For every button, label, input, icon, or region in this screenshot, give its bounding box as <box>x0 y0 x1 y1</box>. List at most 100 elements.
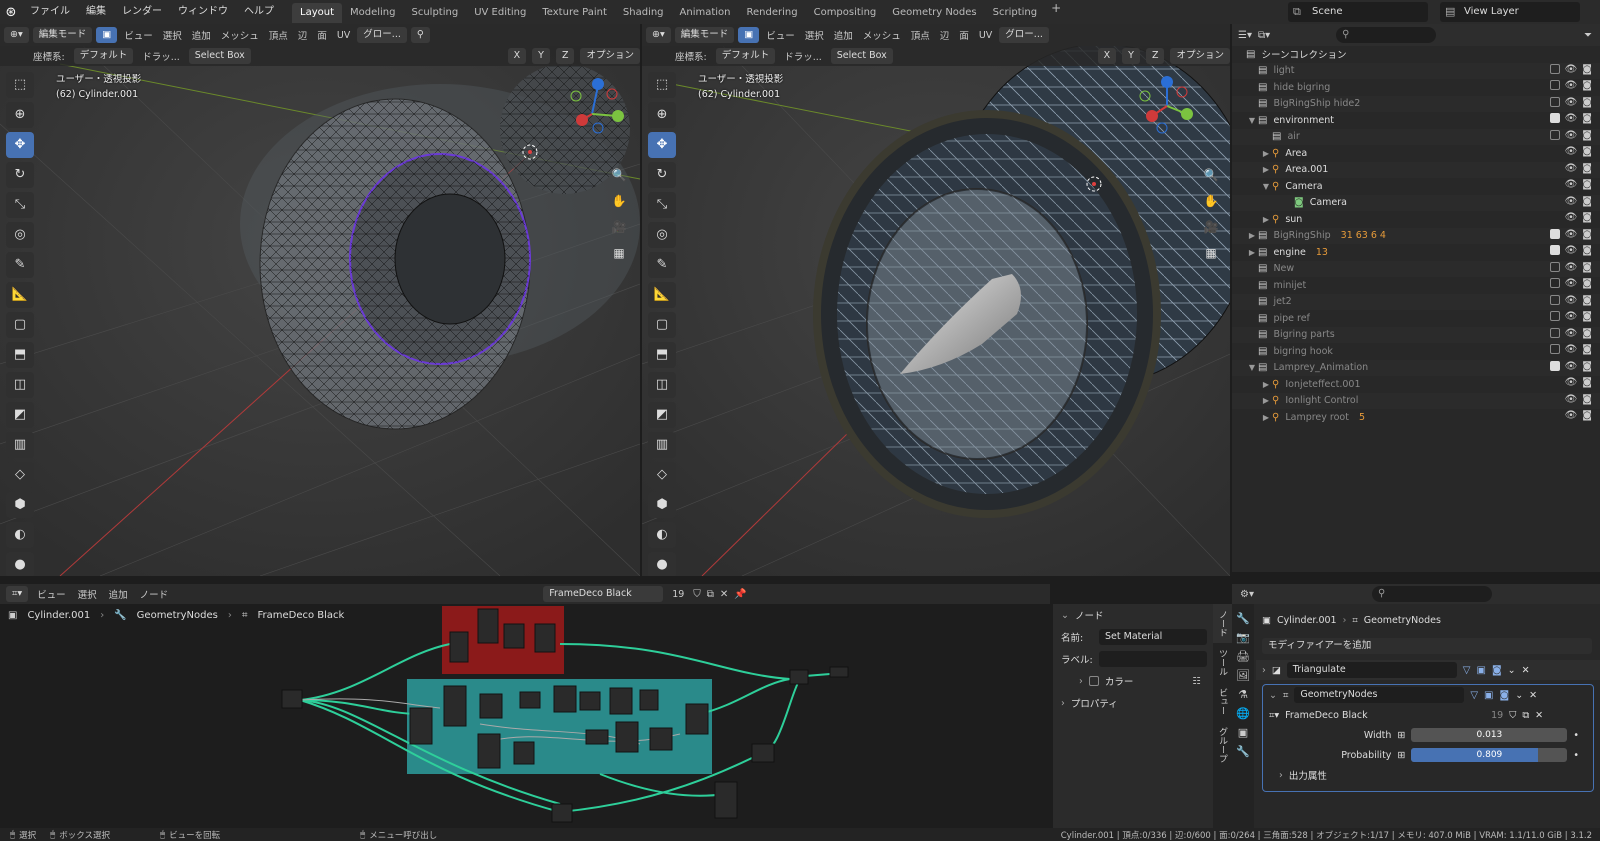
menu-edge[interactable]: 辺 <box>937 28 953 42</box>
extrude-tool-icon[interactable]: ⬒ <box>6 342 34 368</box>
snap-icon[interactable]: ⚲ <box>410 27 430 43</box>
menu-vertex[interactable]: 頂点 <box>908 28 933 42</box>
breadcrumb-object[interactable]: Cylinder.001 <box>27 610 90 621</box>
scene-selector[interactable]: ⧉ Scene <box>1288 2 1428 22</box>
menu-face[interactable]: 面 <box>956 28 972 42</box>
tab-uv-editing[interactable]: UV Editing <box>466 3 534 23</box>
unlink-icon[interactable]: ✕ <box>720 589 728 600</box>
select-tool-icon[interactable]: ⬚ <box>6 72 34 98</box>
outliner-row[interactable]: ▶ ⚲ Area.001 👁 ◙ <box>1232 161 1600 178</box>
menu-help[interactable]: ヘルプ <box>236 0 282 24</box>
outliner-row[interactable]: ▤ jet2 👁 ◙ <box>1232 293 1600 310</box>
exclude-checkbox[interactable] <box>1549 344 1560 354</box>
edit-mode-toggle-icon[interactable]: ▽ <box>1463 665 1471 676</box>
visibility-eye-icon[interactable]: 👁 <box>1565 163 1578 174</box>
annotate-tool-icon[interactable]: ✎ <box>648 252 676 278</box>
render-camera-icon[interactable]: ◙ <box>1582 212 1592 223</box>
visibility-eye-icon[interactable]: 👁 <box>1565 311 1578 322</box>
scale-tool-icon[interactable]: ⤡ <box>6 192 34 218</box>
triangulate-name[interactable]: Triangulate <box>1286 662 1457 678</box>
outliner-row[interactable]: ◙ Camera 👁 ◙ <box>1232 194 1600 211</box>
spin-tool-icon[interactable]: ◐ <box>6 522 34 548</box>
editor-type-icon[interactable]: ⊕▾ <box>4 27 29 43</box>
visibility-eye-icon[interactable]: 👁 <box>1565 97 1578 108</box>
vertex-select-icon[interactable]: ▣ <box>738 27 760 43</box>
vertex-select-icon[interactable]: ▣ <box>96 27 118 43</box>
camera-view-icon[interactable]: 🎥 <box>608 216 630 238</box>
tab-texture-paint[interactable]: Texture Paint <box>534 3 615 23</box>
expand-icon[interactable]: › <box>1262 665 1266 676</box>
render-camera-icon[interactable]: ◙ <box>1582 64 1592 75</box>
transform-tool-icon[interactable]: ◎ <box>648 222 676 248</box>
unlink-icon[interactable]: ✕ <box>1535 710 1543 721</box>
exclude-checkbox[interactable] <box>1549 294 1560 305</box>
polybuild-tool-icon[interactable]: ⬢ <box>648 492 676 518</box>
menu-view[interactable]: ビュー <box>34 587 69 601</box>
gn-name[interactable]: GeometryNodes <box>1294 687 1465 703</box>
node-label-field[interactable] <box>1099 651 1207 667</box>
editor-type-icon[interactable]: ⌗▾ <box>6 586 29 602</box>
menu-select[interactable]: 選択 <box>75 587 100 601</box>
menu-face[interactable]: 面 <box>314 28 330 42</box>
exclude-checkbox[interactable] <box>1549 113 1560 123</box>
render-camera-icon[interactable]: ◙ <box>1582 262 1592 273</box>
visibility-eye-icon[interactable]: 👁 <box>1565 196 1578 207</box>
add-cube-tool-icon[interactable]: ▢ <box>648 312 676 338</box>
tab-compositing[interactable]: Compositing <box>806 3 885 23</box>
transform-orientation[interactable]: グロー... <box>999 27 1049 43</box>
render-camera-icon[interactable]: ◙ <box>1582 179 1592 190</box>
exclude-checkbox[interactable] <box>1549 278 1560 288</box>
mirror-x-button[interactable]: X <box>1097 48 1117 64</box>
menu-select[interactable]: 選択 <box>160 28 185 42</box>
properties-search-input[interactable]: ⚲ <box>1371 586 1492 602</box>
measure-tool-icon[interactable]: 📐 <box>6 282 34 308</box>
outliner-row[interactable]: ▶ ▤ BigRingShip 31 63 6 4 👁 ◙ <box>1232 227 1600 244</box>
exclude-checkbox[interactable] <box>1549 311 1560 321</box>
breadcrumb-modifier[interactable]: GeometryNodes <box>137 610 218 621</box>
menu-select[interactable]: 選択 <box>802 28 827 42</box>
tab-view[interactable]: ビュー <box>1213 682 1232 721</box>
keyframe-dot-icon[interactable]: • <box>1573 730 1579 741</box>
visibility-eye-icon[interactable]: 👁 <box>1565 262 1578 273</box>
expand-arrow-icon[interactable]: ▶ <box>1260 215 1272 224</box>
node-name-field[interactable]: Set Material <box>1099 629 1207 645</box>
tab-animation[interactable]: Animation <box>672 3 739 23</box>
transform-tool-icon[interactable]: ◎ <box>6 222 34 248</box>
visibility-eye-icon[interactable]: 👁 <box>1565 278 1578 289</box>
duplicate-icon[interactable]: ⧉ <box>1522 710 1529 721</box>
outliner-row[interactable]: ▤ hide bigring 👁 ◙ <box>1232 79 1600 96</box>
render-camera-icon[interactable]: ◙ <box>1582 295 1592 306</box>
menu-add[interactable]: 追加 <box>831 28 856 42</box>
mirror-y-button[interactable]: Y <box>1122 48 1140 64</box>
zoom-icon[interactable]: 🔍 <box>608 164 630 186</box>
scene-tab-icon[interactable]: ⚗ <box>1238 688 1248 701</box>
options-dropdown[interactable]: オプション <box>580 48 640 64</box>
rotate-tool-icon[interactable]: ↻ <box>6 162 34 188</box>
menu-view[interactable]: ビュー <box>121 28 156 42</box>
loopcut-tool-icon[interactable]: ▥ <box>6 432 34 458</box>
probability-slider[interactable]: 0.809 <box>1411 748 1568 762</box>
menu-add[interactable]: 追加 <box>106 587 131 601</box>
expand-arrow-icon[interactable]: ▶ <box>1260 380 1272 389</box>
exclude-checkbox[interactable] <box>1549 228 1560 239</box>
duplicate-icon[interactable]: ⧉ <box>707 589 714 600</box>
tab-geometry-nodes[interactable]: Geometry Nodes <box>884 3 984 23</box>
cursor-tool-icon[interactable]: ⊕ <box>6 102 34 128</box>
knife-tool-icon[interactable]: ◇ <box>6 462 34 488</box>
expand-arrow-icon[interactable]: ▶ <box>1246 231 1258 240</box>
camera-view-icon[interactable]: 🎥 <box>1200 216 1222 238</box>
zoom-icon[interactable]: 🔍 <box>1200 164 1222 186</box>
outliner-row[interactable]: ▶ ▤ engine 13 👁 ◙ <box>1232 244 1600 261</box>
output-attributes-section[interactable]: › 出力属性 <box>1263 765 1593 785</box>
visibility-eye-icon[interactable]: 👁 <box>1565 64 1578 75</box>
expand-arrow-icon[interactable]: ▶ <box>1246 248 1258 257</box>
expand-arrow-icon[interactable]: ▶ <box>1260 149 1272 158</box>
menu-file[interactable]: ファイル <box>22 0 78 24</box>
loopcut-tool-icon[interactable]: ▥ <box>648 432 676 458</box>
menu-edit[interactable]: 編集 <box>78 0 114 24</box>
attribute-toggle-icon[interactable]: ⊞ <box>1397 750 1405 761</box>
menu-mesh[interactable]: メッシュ <box>860 28 904 42</box>
menu-add[interactable]: 追加 <box>189 28 214 42</box>
expand-arrow-icon[interactable]: ▶ <box>1260 396 1272 405</box>
select-tool-icon[interactable]: ⬚ <box>648 72 676 98</box>
